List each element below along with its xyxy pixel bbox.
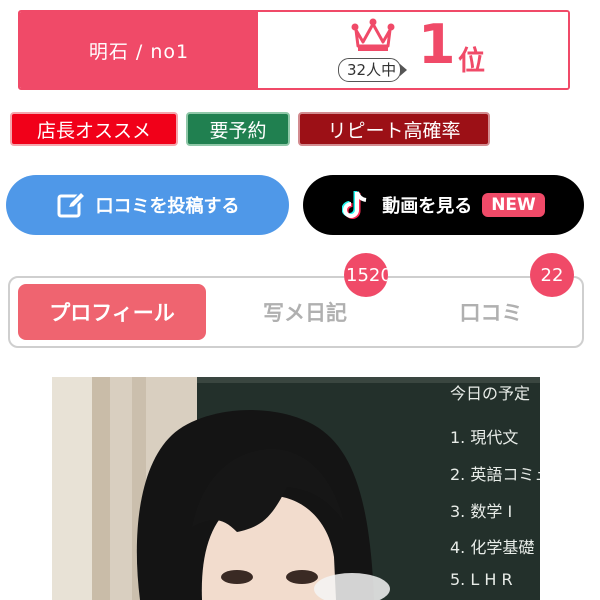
ranking-position: 1 [418,13,456,76]
ranking-result: 32人中 1 位 [258,12,568,88]
profile-photo: 今日の予定 1. 現代文 2. 英語コミュ 3. 数学 I 4. 化学基礎 5.… [52,377,540,600]
post-review-label: 口コミを投稿する [95,196,240,217]
board-line: 3. 数学 I [450,502,512,521]
board-line: 1. 現代文 [450,428,518,447]
review-count-badge: 22 [530,253,574,297]
tag-reservation-required: 要予約 [186,112,290,146]
board-line: 5. L H R [450,570,513,589]
board-line: 4. 化学基礎 [450,538,534,557]
ranking-label: 明石 / no1 [20,12,258,88]
ranking-suffix: 位 [458,46,485,77]
tiktok-icon [342,189,372,221]
ranking-box: 明石 / no1 32人中 1 位 [18,10,570,90]
tag-manager-recommend: 店長オススメ [10,112,178,146]
tag-high-repeat: リピート高確率 [298,112,490,146]
crown-icon [351,18,395,51]
watch-video-button[interactable]: 動画を見る NEW [303,175,584,235]
new-badge: NEW [482,192,545,218]
edit-icon [56,190,86,220]
profile-tabs: プロフィール 写メ日記 口コミ 1520 22 [8,253,584,348]
photo-diary-count-badge: 1520 [344,253,388,297]
tab-profile[interactable]: プロフィール [18,284,206,340]
watch-video-label: 動画を見る [382,196,473,217]
post-review-button[interactable]: 口コミを投稿する [6,175,289,235]
board-line: 今日の予定 [450,384,530,403]
board-line: 2. 英語コミュ [450,465,540,484]
ranking-total: 32人中 [338,58,408,82]
